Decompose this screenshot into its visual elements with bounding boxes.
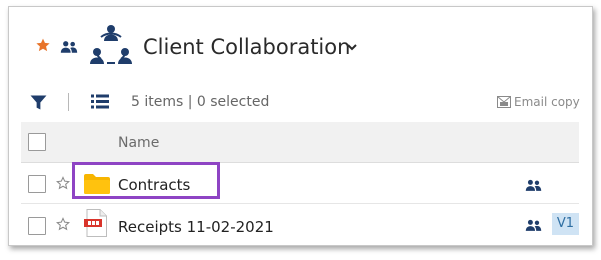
favorite-star-icon[interactable]: [56, 217, 70, 231]
favorite-star-icon[interactable]: [35, 37, 51, 53]
people-icon: [60, 41, 78, 53]
file-name[interactable]: Receipts 11-02-2021: [118, 217, 274, 237]
version-badge[interactable]: V1: [552, 213, 579, 235]
toolbar-divider: [68, 93, 69, 111]
count-separator: |: [187, 94, 193, 110]
selected-count: 0 selected: [196, 94, 270, 110]
shared-people-icon: [525, 179, 542, 191]
select-all-checkbox[interactable]: [28, 133, 46, 151]
row-checkbox[interactable]: [28, 175, 46, 193]
filter-icon[interactable]: [30, 95, 47, 110]
collaboration-icon: [90, 25, 132, 64]
column-header-name[interactable]: Name: [118, 134, 159, 152]
pdf-file-icon: [84, 209, 107, 237]
shared-people-icon: [525, 219, 542, 231]
email-copy-label: Email copy: [514, 95, 580, 109]
row-checkbox[interactable]: [28, 217, 46, 235]
selection-highlight: [72, 162, 220, 199]
favorite-star-icon[interactable]: [56, 176, 70, 190]
chevron-down-icon[interactable]: [346, 42, 358, 52]
items-count: 5 items: [131, 94, 184, 110]
table-header: [21, 122, 579, 163]
email-icon: [497, 96, 511, 108]
list-view-icon[interactable]: [91, 94, 109, 109]
file-browser-window: Client Collaboration 5 items | 0 selecte…: [8, 6, 593, 246]
page-title: Client Collaboration: [143, 35, 351, 59]
item-count-status: 5 items | 0 selected: [131, 92, 269, 112]
email-copy-button[interactable]: Email copy: [497, 94, 580, 110]
